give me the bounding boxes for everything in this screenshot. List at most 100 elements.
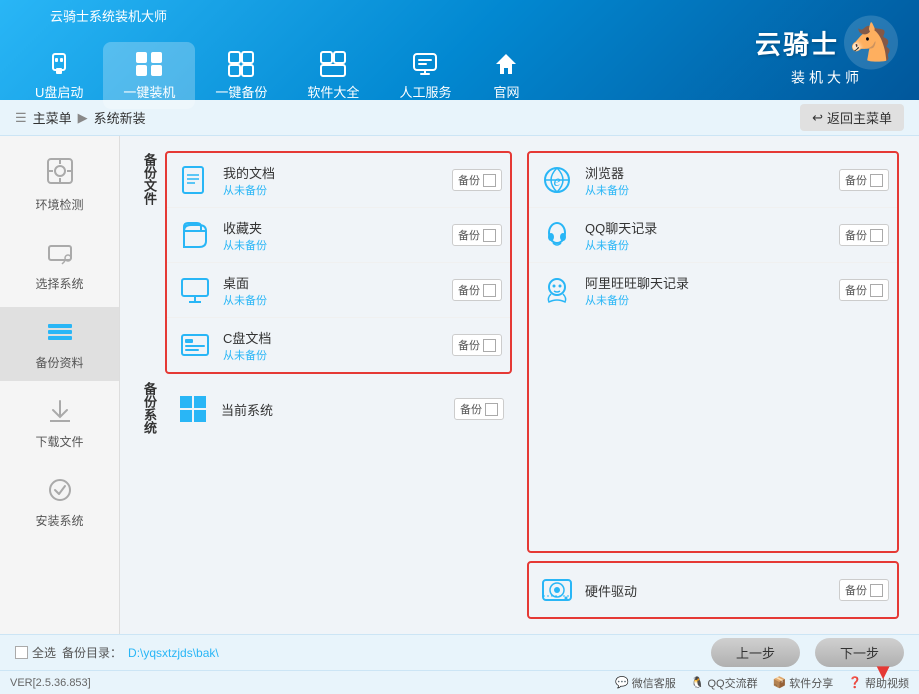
cdocs-icon <box>175 325 215 365</box>
back-icon: ↩ <box>812 110 823 126</box>
favorites-status: 从未备份 <box>223 237 444 253</box>
favorites-checkbox[interactable] <box>483 229 496 242</box>
sidebar-item-env[interactable]: 环境检测 <box>0 146 119 223</box>
nav-tabs: U盘启动 一键装机 <box>15 42 541 109</box>
docs-status: 从未备份 <box>223 182 444 198</box>
status-bar: VER[2.5.36.853] 💬 微信客服 🐧 QQ交流群 📦 软件分享 ❓ … <box>0 670 919 694</box>
brand-area: 云骑士 🐴 装机大师 <box>755 13 899 88</box>
usb-icon <box>44 50 74 78</box>
cdocs-checkbox[interactable] <box>483 339 496 352</box>
sidebar-item-install[interactable]: 安装系统 <box>0 465 119 539</box>
help-video-icon: ❓ <box>848 676 862 689</box>
backup-item-browser: e 浏览器 从未备份 备份 <box>529 153 897 208</box>
backup-item-qq: QQ聊天记录 从未备份 备份 <box>529 208 897 263</box>
service-icon <box>410 50 440 78</box>
nav-tab-backup[interactable]: 一键备份 <box>195 42 287 109</box>
cdocs-info: C盘文档 从未备份 <box>223 328 444 363</box>
ali-checkbox[interactable] <box>870 284 883 297</box>
select-all-checkbox[interactable] <box>15 646 28 659</box>
backup-icon <box>226 50 256 78</box>
backup-item-desktop: 桌面 从未备份 备份 <box>167 263 510 318</box>
select-all-label: 全选 <box>32 644 56 661</box>
nav-tab-website-label: 官网 <box>493 82 519 101</box>
browser-name: 浏览器 <box>585 163 831 182</box>
website-icon <box>491 50 521 78</box>
ali-status: 从未备份 <box>585 292 831 308</box>
content-area: 备份文件 <box>120 136 919 634</box>
backup-dir-path[interactable]: D:\yqsxtzjds\bak\ <box>128 646 219 660</box>
driver-backup-ctrl: 备份 <box>839 579 889 601</box>
svg-text:🐴: 🐴 <box>849 22 894 63</box>
cdocs-status: 从未备份 <box>223 347 444 363</box>
hardware-section: 硬件驱动 备份 <box>527 561 899 619</box>
nav-tab-install[interactable]: 一键装机 <box>103 42 195 109</box>
wechat-label: 微信客服 <box>632 675 676 691</box>
system-name: 当前系统 <box>221 400 446 419</box>
prev-button[interactable]: 上一步 <box>711 638 800 667</box>
system-checkbox[interactable] <box>485 403 498 416</box>
qq-info: QQ聊天记录 从未备份 <box>585 218 831 253</box>
select-sys-icon <box>45 238 75 271</box>
download-label: 下载文件 <box>35 433 83 450</box>
backup-files-label: 备份文件 <box>140 151 159 374</box>
install-sidebar-icon <box>45 475 75 508</box>
install-label: 安装系统 <box>35 512 83 529</box>
cdocs-name: C盘文档 <box>223 328 444 347</box>
main-area: 环境检测 选择系统 备份资料 <box>0 136 919 634</box>
backup-system-section: 备份系统 <box>140 382 512 436</box>
desktop-checkbox[interactable] <box>483 284 496 297</box>
qq-checkbox[interactable] <box>870 229 883 242</box>
sidebar-item-select-sys[interactable]: 选择系统 <box>0 228 119 302</box>
breadcrumb-home: 主菜单 <box>33 108 72 127</box>
software-icon <box>318 50 348 78</box>
qq-name: QQ聊天记录 <box>585 218 831 237</box>
backup-sidebar-label: 备份资料 <box>35 354 83 371</box>
browser-status: 从未备份 <box>585 182 831 198</box>
docs-backup-label: 备份 <box>458 172 480 188</box>
select-sys-label: 选择系统 <box>35 275 83 292</box>
sidebar: 环境检测 选择系统 备份资料 <box>0 136 120 634</box>
back-button[interactable]: ↩ 返回主菜单 <box>800 104 904 131</box>
desktop-icon <box>175 270 215 310</box>
docs-checkbox[interactable] <box>483 174 496 187</box>
wechat-link[interactable]: 💬 微信客服 <box>615 675 676 691</box>
nav-tab-install-label: 一键装机 <box>123 82 175 101</box>
browser-info: 浏览器 从未备份 <box>585 163 831 198</box>
app-title: 云骑士系统装机大师 <box>50 6 167 25</box>
nav-tab-website[interactable]: 官网 <box>471 42 541 109</box>
nav-tab-usb[interactable]: U盘启动 <box>15 42 103 109</box>
qq-icon <box>537 215 577 255</box>
backup-item-cdocs: C盘文档 从未备份 备份 <box>167 318 510 372</box>
software-share-link[interactable]: 📦 软件分享 <box>773 675 834 691</box>
nav-tab-service[interactable]: 人工服务 <box>379 42 471 109</box>
qq-group-link[interactable]: 🐧 QQ交流群 <box>691 675 758 691</box>
backup-item-driver: 硬件驱动 备份 <box>529 563 897 617</box>
browser-backup-ctrl: 备份 <box>839 169 889 191</box>
nav-tab-software[interactable]: 软件大全 <box>287 42 379 109</box>
driver-name: 硬件驱动 <box>585 581 831 600</box>
nav-tab-service-label: 人工服务 <box>399 82 451 101</box>
breadcrumb: ☰ 主菜单 ▶ 系统新装 <box>15 108 146 127</box>
driver-info: 硬件驱动 <box>585 581 831 600</box>
favorites-backup-ctrl: 备份 <box>452 224 502 246</box>
right-items-section: e 浏览器 从未备份 备份 <box>527 151 899 553</box>
wechat-icon: 💬 <box>615 676 629 689</box>
docs-info: 我的文档 从未备份 <box>223 163 444 198</box>
breadcrumb-current: 系统新装 <box>94 108 146 127</box>
sidebar-item-backup[interactable]: 备份资料 <box>0 307 119 381</box>
sidebar-item-download[interactable]: 下载文件 <box>0 386 119 460</box>
desktop-name: 桌面 <box>223 273 444 292</box>
env-icon <box>45 156 75 192</box>
env-label: 环境检测 <box>35 196 83 213</box>
backup-sidebar-icon <box>45 317 75 350</box>
driver-checkbox[interactable] <box>870 584 883 597</box>
docs-name: 我的文档 <box>223 163 444 182</box>
status-links: 💬 微信客服 🐧 QQ交流群 📦 软件分享 ❓ 帮助视频 <box>615 675 909 691</box>
system-backup-ctrl: 备份 <box>454 398 504 420</box>
docs-icon <box>175 160 215 200</box>
system-info: 当前系统 <box>221 400 446 419</box>
software-share-icon: 📦 <box>773 676 787 689</box>
nav-tab-usb-label: U盘启动 <box>35 82 83 101</box>
browser-checkbox[interactable] <box>870 174 883 187</box>
favorites-icon <box>175 215 215 255</box>
